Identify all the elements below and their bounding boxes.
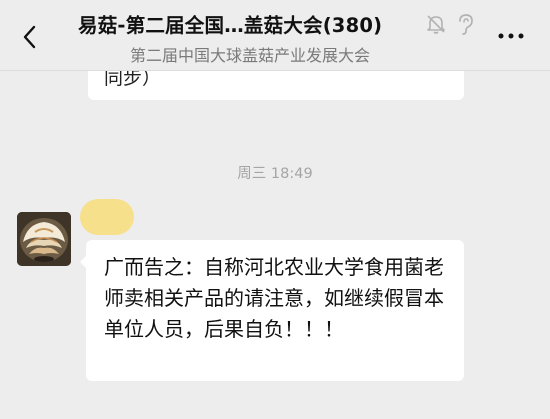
more-options-button[interactable] — [496, 26, 526, 46]
back-button[interactable] — [16, 22, 46, 52]
chevron-left-icon — [23, 25, 36, 49]
sender-name-highlight — [80, 199, 134, 235]
mushroom-avatar-image — [17, 212, 71, 266]
message-text: 广而告之：自称河北农业大学食用菌老师卖相关产品的请注意，如继续假冒本单位人员，后… — [104, 255, 444, 341]
ear-icon — [454, 12, 476, 36]
sender-avatar[interactable] — [17, 212, 71, 266]
chat-title: 易菇-第二届全国…盖菇大会(380) — [78, 14, 383, 37]
chat-header: 易菇-第二届全国…盖菇大会(380) 第二届中国大球盖菇产业发展大会 — [0, 0, 550, 71]
more-dots-icon — [498, 33, 524, 39]
chat-subtitle: 第二届中国大球盖菇产业发展大会 — [130, 46, 371, 65]
message-timestamp: 周三 18:49 — [237, 166, 313, 182]
bell-muted-icon — [425, 13, 447, 35]
